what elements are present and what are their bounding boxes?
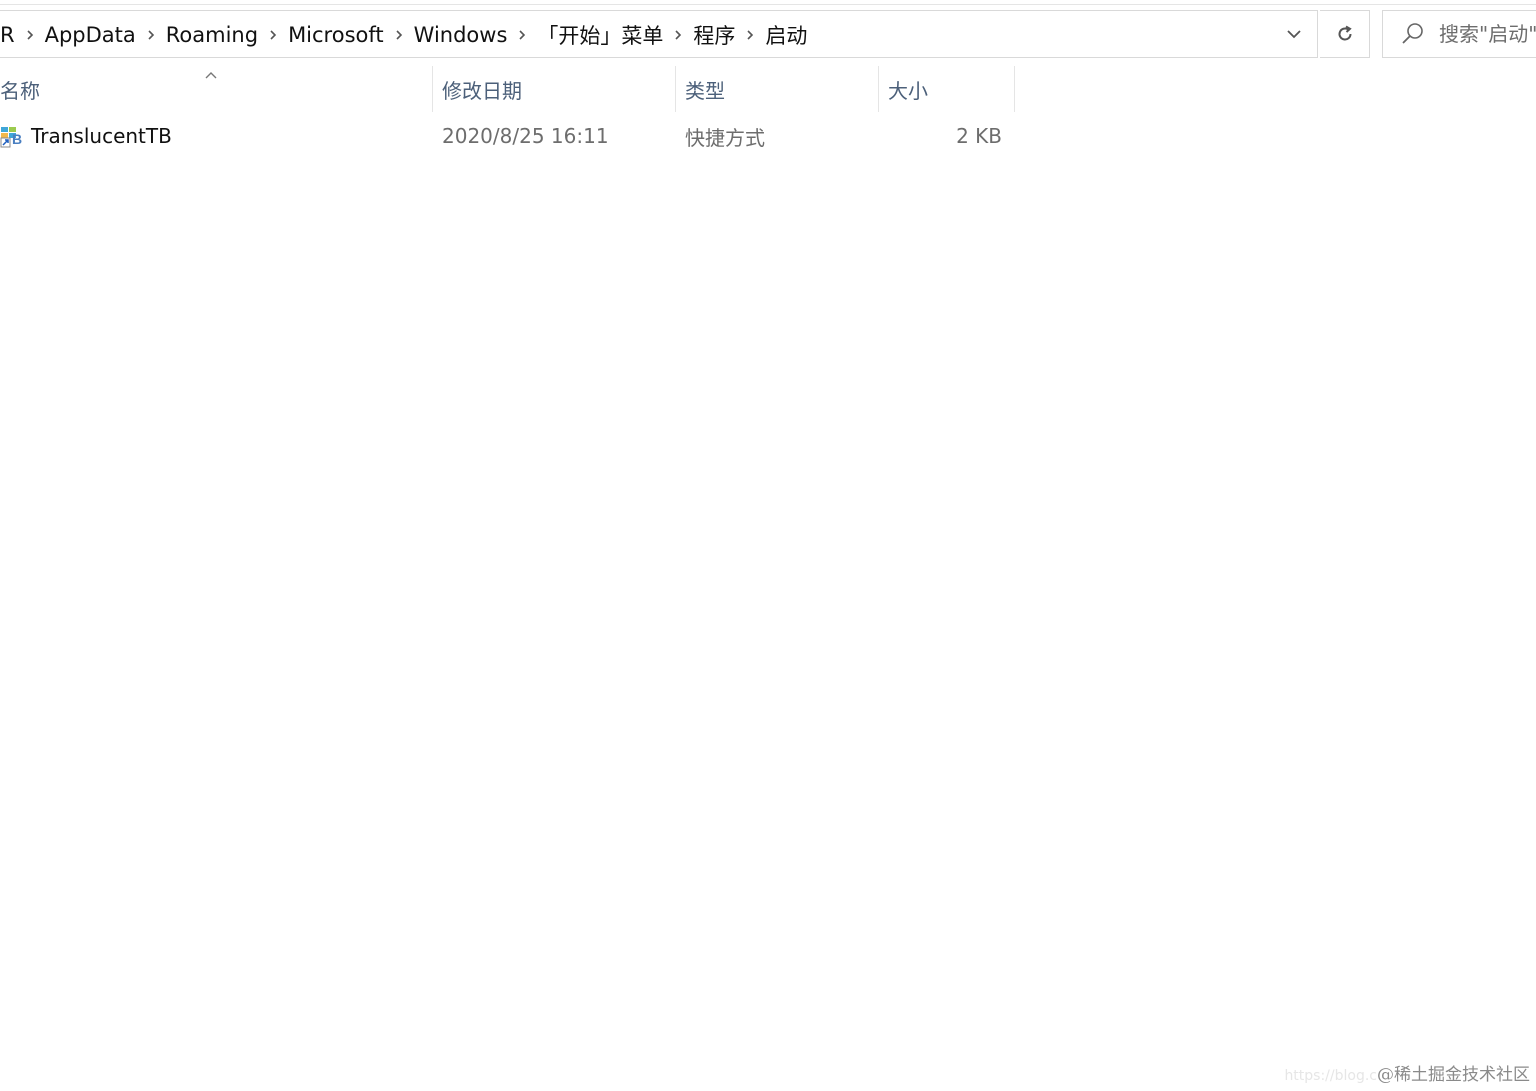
- search-input[interactable]: [1439, 22, 1536, 46]
- breadcrumb-item-microsoft[interactable]: Microsoft: [286, 23, 386, 47]
- breadcrumb-item-roaming[interactable]: Roaming: [164, 23, 260, 47]
- window-top-border: [0, 4, 1536, 5]
- chevron-right-icon[interactable]: [509, 27, 535, 43]
- file-type: 快捷方式: [685, 125, 765, 150]
- search-icon: [1401, 22, 1425, 46]
- column-header-size-label: 大小: [888, 78, 928, 103]
- watermark-site: @稀土掘金技术社区: [1377, 1065, 1530, 1085]
- file-date: 2020/8/25 16:11: [442, 124, 609, 148]
- svg-text:B: B: [12, 131, 22, 147]
- address-bar[interactable]: R AppData Roaming Microsoft Windows 「开始」…: [0, 10, 1318, 58]
- column-header-size[interactable]: 大小: [879, 66, 1015, 112]
- chevron-down-icon: [1286, 29, 1302, 39]
- breadcrumb-item-programs[interactable]: 程序: [691, 20, 737, 50]
- shortcut-icon: B: [0, 124, 24, 148]
- chevron-right-icon[interactable]: [386, 27, 412, 43]
- sort-ascending-icon: [204, 66, 218, 85]
- column-header-type-label: 类型: [685, 78, 725, 103]
- breadcrumb-item-windows[interactable]: Windows: [412, 23, 510, 47]
- breadcrumb-item-start-menu[interactable]: 「开始」菜单: [535, 20, 665, 50]
- file-name-cell: B TranslucentTB: [0, 118, 172, 154]
- address-history-dropdown[interactable]: [1276, 10, 1312, 58]
- breadcrumb: R AppData Roaming Microsoft Windows 「开始」…: [0, 11, 809, 59]
- watermark: https://blog.c@稀土掘金技术社区: [1284, 1060, 1530, 1085]
- refresh-button[interactable]: [1320, 10, 1370, 58]
- watermark-url: https://blog.c: [1284, 1068, 1377, 1084]
- file-row[interactable]: B TranslucentTB 2020/8/25 16:11 快捷方式 2 K…: [0, 118, 1015, 154]
- column-header-date-label: 修改日期: [442, 78, 522, 103]
- search-box[interactable]: [1382, 10, 1536, 58]
- refresh-icon: [1335, 24, 1355, 44]
- column-header-row: 名称 修改日期 类型 大小: [0, 66, 1015, 112]
- breadcrumb-item-startup[interactable]: 启动: [763, 20, 809, 50]
- chevron-right-icon[interactable]: [17, 27, 43, 43]
- chevron-right-icon[interactable]: [665, 27, 691, 43]
- chevron-right-icon[interactable]: [737, 27, 763, 43]
- breadcrumb-item-appdata[interactable]: AppData: [43, 23, 138, 47]
- column-header-name-label: 名称: [0, 78, 40, 103]
- chevron-right-icon[interactable]: [138, 27, 164, 43]
- file-name: TranslucentTB: [31, 124, 172, 148]
- column-header-date[interactable]: 修改日期: [433, 66, 676, 112]
- file-size: 2 KB: [956, 124, 1002, 148]
- breadcrumb-item-user[interactable]: R: [0, 23, 17, 47]
- chevron-right-icon[interactable]: [260, 27, 286, 43]
- column-header-type[interactable]: 类型: [676, 66, 879, 112]
